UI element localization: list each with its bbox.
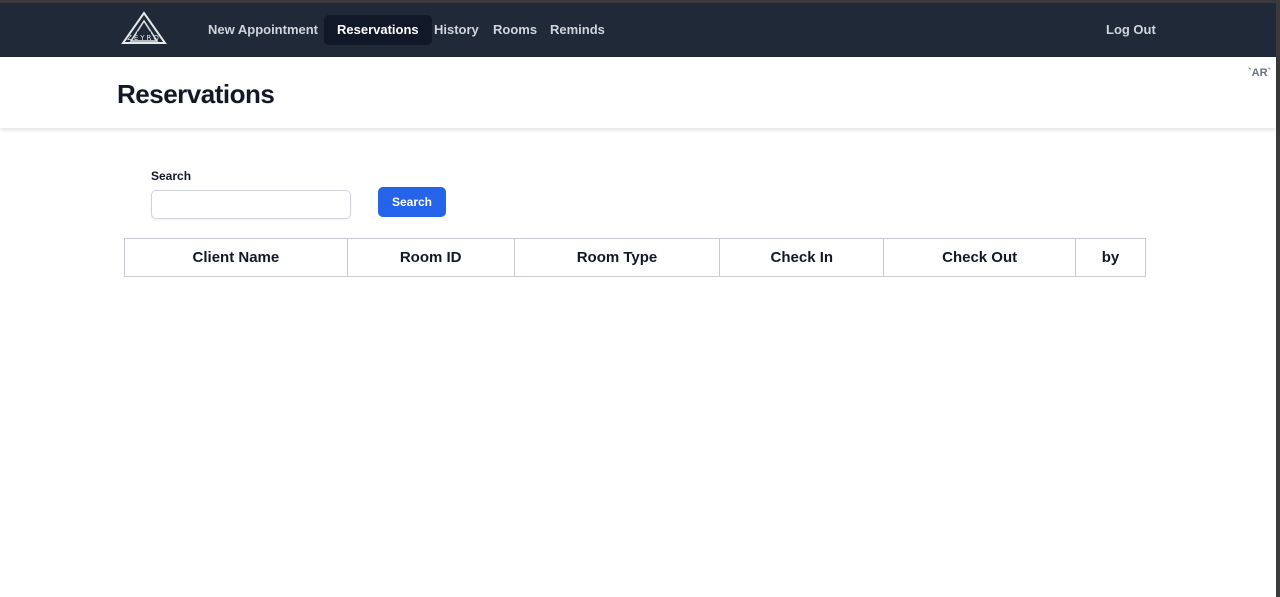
logo-triangle-icon xyxy=(121,11,167,44)
top-navbar: ZEYRO New Appointment Reservations Histo… xyxy=(0,3,1276,57)
nav-reservations[interactable]: Reservations xyxy=(324,15,432,45)
logout-button[interactable]: Log Out xyxy=(1094,15,1168,45)
nav-new-appointment[interactable]: New Appointment xyxy=(195,15,331,45)
reservations-table: Client Name Room ID Room Type Check In C… xyxy=(124,238,1146,277)
column-header-check-in[interactable]: Check In xyxy=(719,238,885,277)
window-right-border xyxy=(1276,0,1280,597)
language-toggle[interactable]: `AR` xyxy=(1248,67,1271,79)
column-header-client-name[interactable]: Client Name xyxy=(124,238,348,277)
column-header-by[interactable]: by xyxy=(1075,238,1146,277)
brand-logo[interactable]: ZEYRO xyxy=(117,11,171,51)
search-label: Search xyxy=(151,169,192,183)
nav-reminds[interactable]: Reminds xyxy=(537,15,618,45)
page-header: Reservations `AR` xyxy=(0,57,1276,128)
page-title: Reservations xyxy=(117,79,275,109)
column-header-room-type[interactable]: Room Type xyxy=(513,238,721,277)
table-header-row: Client Name Room ID Room Type Check In C… xyxy=(124,238,1146,277)
search-button[interactable]: Search xyxy=(378,187,446,217)
logo-text: ZEYRO xyxy=(127,34,161,42)
column-header-check-out[interactable]: Check Out xyxy=(883,238,1077,277)
search-input[interactable] xyxy=(151,190,351,219)
column-header-room-id[interactable]: Room ID xyxy=(346,238,515,277)
